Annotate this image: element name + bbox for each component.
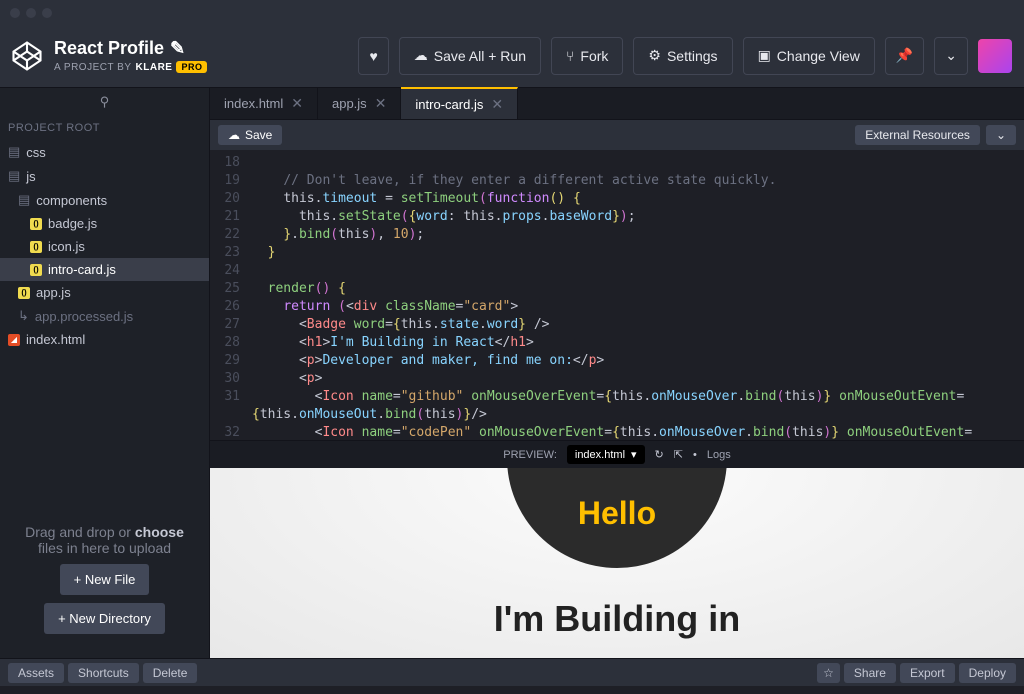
- pin-icon: 📌: [896, 47, 913, 64]
- shortcuts-button[interactable]: Shortcuts: [68, 663, 139, 683]
- folder-open-icon: ▤: [18, 192, 30, 208]
- code-editor[interactable]: 18 19 // Don't leave, if they enter a di…: [210, 150, 1024, 440]
- refresh-icon[interactable]: ↻: [655, 448, 664, 461]
- share-button[interactable]: Share: [844, 663, 896, 683]
- layout-icon: ▣: [758, 47, 771, 64]
- file-badge-js[interactable]: ()badge.js: [0, 212, 209, 235]
- js-file-icon: (): [30, 264, 42, 276]
- folder-open-icon: ▤: [8, 168, 20, 184]
- chevron-down-icon: ⌄: [945, 47, 957, 64]
- pro-badge: PRO: [176, 61, 207, 73]
- html-file-icon: ◢: [8, 334, 20, 346]
- hello-text: Hello: [578, 495, 656, 532]
- window-controls: [0, 0, 1024, 26]
- footer: Assets Shortcuts Delete ☆ Share Export D…: [0, 658, 1024, 686]
- project-by-label: A PROJECT BY: [54, 62, 132, 73]
- tab-index-html[interactable]: index.html✕: [210, 88, 318, 119]
- hello-badge: Hello: [507, 468, 727, 568]
- js-file-icon: (): [18, 287, 30, 299]
- folder-css[interactable]: ▤css: [0, 140, 209, 164]
- cloud-icon: ☁: [414, 47, 428, 64]
- js-file-icon: (): [30, 241, 42, 253]
- file-app-js[interactable]: ()app.js: [0, 281, 209, 304]
- star-icon[interactable]: ☆: [817, 663, 840, 683]
- dot-icon: •: [693, 449, 697, 461]
- chevron-down-icon: ⌄: [996, 128, 1006, 142]
- link-icon: ↳: [18, 308, 29, 324]
- traffic-light-min[interactable]: [26, 8, 36, 18]
- heart-icon: ♥: [369, 48, 377, 64]
- pencil-icon[interactable]: ✎: [170, 38, 185, 59]
- avatar[interactable]: [978, 39, 1012, 73]
- assets-button[interactable]: Assets: [8, 663, 64, 683]
- folder-icon: ▤: [8, 144, 20, 160]
- traffic-light-close[interactable]: [10, 8, 20, 18]
- deploy-button[interactable]: Deploy: [959, 663, 1016, 683]
- preview-pane: Hello I'm Building in: [210, 468, 1024, 658]
- tab-app-js[interactable]: app.js✕: [318, 88, 401, 119]
- dropzone[interactable]: Drag and drop or choose files in here to…: [0, 508, 209, 658]
- project-root-label: PROJECT ROOT: [0, 116, 209, 140]
- author-link[interactable]: Klare: [136, 62, 173, 73]
- new-file-button[interactable]: + New File: [60, 564, 150, 595]
- tabs: index.html✕ app.js✕ intro-card.js✕: [210, 88, 1024, 120]
- chevron-down-icon: ▾: [631, 448, 637, 461]
- heart-button[interactable]: ♥: [358, 37, 388, 75]
- js-file-icon: (): [30, 218, 42, 230]
- close-icon[interactable]: ✕: [491, 96, 503, 113]
- file-icon-js[interactable]: ()icon.js: [0, 235, 209, 258]
- settings-button[interactable]: ⚙Settings: [633, 37, 732, 75]
- new-directory-button[interactable]: + New Directory: [44, 603, 165, 634]
- pin-button[interactable]: 📌: [885, 37, 924, 75]
- project-title[interactable]: React Profile: [54, 38, 164, 59]
- pin-dropdown[interactable]: ⌄: [934, 37, 968, 75]
- codepen-logo-icon[interactable]: [12, 41, 42, 71]
- logs-button[interactable]: Logs: [707, 449, 731, 461]
- cloud-icon: ☁: [228, 128, 240, 142]
- file-app-processed-js[interactable]: ↳app.processed.js: [0, 304, 209, 328]
- save-all-run-button[interactable]: ☁Save All + Run: [399, 37, 541, 75]
- preview-bar: PREVIEW: index.html▾ ↻ ⇱ • Logs: [210, 440, 1024, 468]
- header: React Profile ✎ A PROJECT BY Klare PRO ♥…: [0, 26, 1024, 88]
- building-heading: I'm Building in: [494, 598, 741, 640]
- gear-icon: ⚙: [648, 47, 661, 64]
- close-icon[interactable]: ✕: [375, 95, 387, 112]
- tab-intro-card-js[interactable]: intro-card.js✕: [401, 87, 518, 119]
- change-view-button[interactable]: ▣Change View: [743, 37, 875, 75]
- sidebar: ⚲ PROJECT ROOT ▤css ▤js ▤components ()ba…: [0, 88, 210, 658]
- external-resources-button[interactable]: External Resources: [855, 125, 980, 145]
- popout-icon[interactable]: ⇱: [674, 448, 683, 461]
- preview-label: PREVIEW:: [503, 449, 557, 461]
- traffic-light-max[interactable]: [42, 8, 52, 18]
- fork-icon: ⑂: [566, 48, 574, 64]
- file-intro-card-js[interactable]: ()intro-card.js: [0, 258, 209, 281]
- close-icon[interactable]: ✕: [291, 95, 303, 112]
- search-icon[interactable]: ⚲: [0, 88, 209, 116]
- fork-button[interactable]: ⑂Fork: [551, 37, 623, 75]
- folder-js[interactable]: ▤js: [0, 164, 209, 188]
- delete-button[interactable]: Delete: [143, 663, 198, 683]
- preview-file-select[interactable]: index.html▾: [567, 445, 645, 464]
- save-button[interactable]: ☁Save: [218, 125, 282, 145]
- file-index-html[interactable]: ◢index.html: [0, 328, 209, 351]
- external-resources-dropdown[interactable]: ⌄: [986, 125, 1016, 145]
- export-button[interactable]: Export: [900, 663, 955, 683]
- folder-components[interactable]: ▤components: [0, 188, 209, 212]
